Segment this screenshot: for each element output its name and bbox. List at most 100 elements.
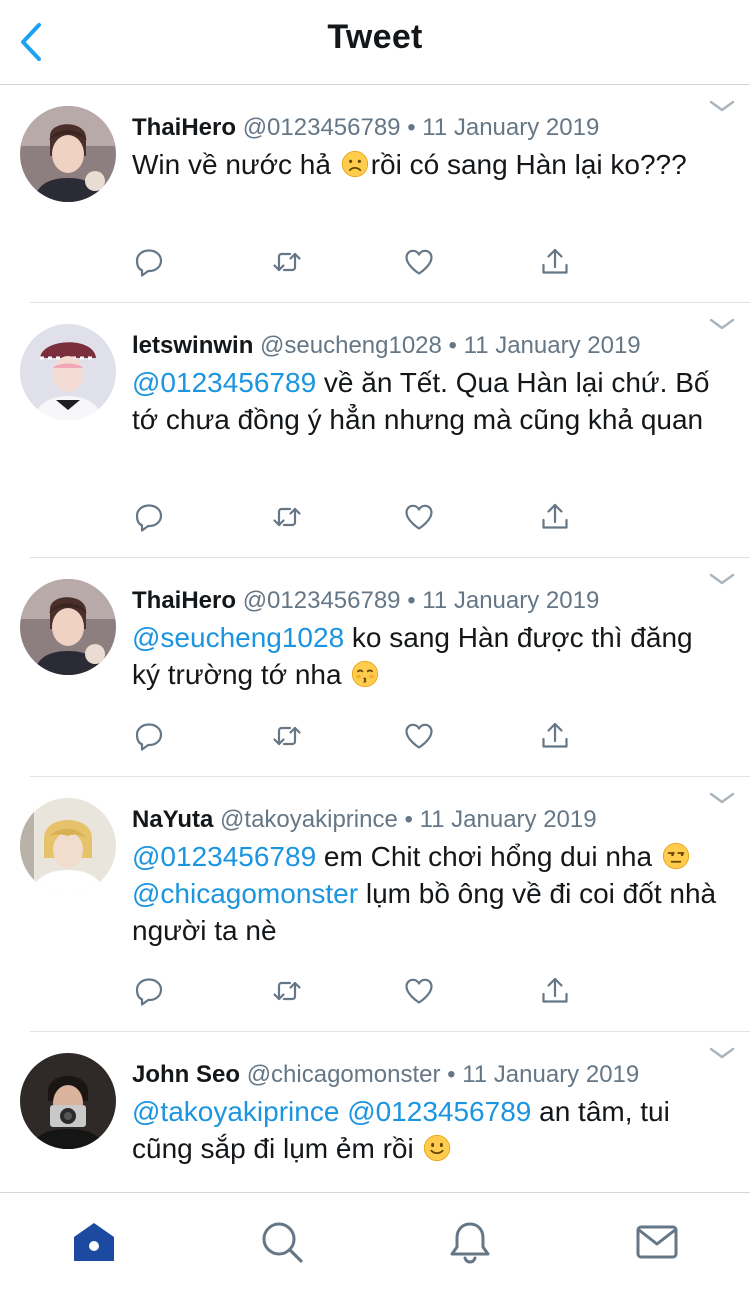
notifications-icon [450,1222,490,1264]
messages-icon [636,1225,678,1259]
avatar[interactable] [20,106,116,202]
retweet-button[interactable] [270,719,304,753]
author-handle[interactable]: @chicagomonster [247,1061,441,1088]
tweet-header: letswinwin @seucheng1028 • 11 January 20… [132,330,720,362]
bottom-tab-bar [0,1192,750,1290]
mention-link[interactable]: @0123456789 [132,367,316,398]
heart-icon [403,975,435,1007]
tab-messages[interactable] [634,1219,680,1265]
reply-button[interactable] [132,245,166,279]
heart-icon [403,720,435,752]
share-button[interactable] [538,974,572,1008]
chevron-down-icon[interactable] [708,317,736,331]
separator: • [447,1061,456,1088]
tweet-date: 11 January 2019 [422,114,600,141]
tweet[interactable]: ThaiHero @0123456789 • 11 January 2019 W… [20,85,750,303]
reply-icon [133,501,165,533]
tweet[interactable]: John Seo @chicagomonster • 11 January 20… [20,1032,750,1192]
page-title: Tweet [327,18,423,56]
like-button[interactable] [402,974,436,1008]
author-handle[interactable]: @0123456789 [243,114,401,141]
slightly-smiling-face-icon [423,1134,451,1162]
like-button[interactable] [402,719,436,753]
action-bar [132,500,592,534]
author-name[interactable]: NaYuta [132,806,213,833]
retweet-button[interactable] [270,500,304,534]
share-icon [539,501,571,533]
frowning-face-icon [341,150,369,178]
tab-notifications[interactable] [447,1219,493,1265]
tweet[interactable]: letswinwin @seucheng1028 • 11 January 20… [20,303,750,558]
tweet-header: John Seo @chicagomonster • 11 January 20… [132,1059,720,1091]
mention-link[interactable]: @0123456789 [347,1096,531,1127]
chevron-down-icon[interactable] [708,1046,736,1060]
separator: • [407,587,416,614]
chevron-down-icon[interactable] [708,99,736,113]
reply-icon [133,975,165,1007]
mention-link[interactable]: @0123456789 [132,841,316,872]
avatar[interactable] [20,1053,116,1149]
reply-button[interactable] [132,974,166,1008]
author-name[interactable]: ThaiHero [132,587,236,614]
tweet-header: ThaiHero @0123456789 • 11 January 2019 [132,585,720,617]
top-bar: Tweet [0,0,750,85]
tweet-date: 11 January 2019 [462,1061,640,1088]
mention-link[interactable]: @seucheng1028 [132,622,344,653]
reply-button[interactable] [132,500,166,534]
reply-icon [133,720,165,752]
retweet-button[interactable] [270,245,304,279]
share-button[interactable] [538,245,572,279]
tweet-text: @seucheng1028 ko sang Hàn được thì đăng … [132,622,693,690]
like-button[interactable] [402,500,436,534]
author-handle[interactable]: @seucheng1028 [260,332,442,359]
action-bar [132,245,592,279]
tweet-text: @0123456789 về ăn Tết. Qua Hàn lại chứ. … [132,367,710,435]
tweet-date: 11 January 2019 [419,806,597,833]
home-icon [74,1223,114,1261]
retweet-icon [271,501,303,533]
retweet-icon [271,720,303,752]
share-icon [539,246,571,278]
tweet-header: ThaiHero @0123456789 • 11 January 2019 [132,112,720,144]
author-handle[interactable]: @0123456789 [243,587,401,614]
tweet-header: NaYuta @takoyakiprince • 11 January 2019 [132,804,720,836]
tweet-text: Win về nước hả rồi có sang Hàn lại ko??? [132,149,687,180]
unamused-face-icon [662,842,690,870]
separator: • [407,114,416,141]
mention-link[interactable]: @takoyakiprince [132,1096,339,1127]
avatar[interactable] [20,324,116,420]
tab-home[interactable] [71,1219,117,1265]
author-name[interactable]: letswinwin [132,332,253,359]
author-handle[interactable]: @takoyakiprince [220,806,398,833]
kissing-face-icon [351,660,379,688]
separator: • [404,806,413,833]
action-bar [132,719,592,753]
author-name[interactable]: John Seo [132,1061,240,1088]
avatar[interactable] [20,798,116,894]
tweet[interactable]: ThaiHero @0123456789 • 11 January 2019 @… [20,558,750,777]
share-icon [539,720,571,752]
mention-link[interactable]: @chicagomonster [132,878,358,909]
share-icon [539,975,571,1007]
chevron-down-icon[interactable] [708,791,736,805]
tab-search[interactable] [259,1219,305,1265]
tweet-date: 11 January 2019 [463,332,641,359]
tweet-date: 11 January 2019 [422,587,600,614]
retweet-button[interactable] [270,974,304,1008]
heart-icon [403,246,435,278]
share-button[interactable] [538,500,572,534]
author-name[interactable]: ThaiHero [132,114,236,141]
reply-icon [133,246,165,278]
search-icon [262,1222,303,1263]
reply-thread: ThaiHero @0123456789 • 11 January 2019 W… [0,85,750,1192]
tweet-text: @takoyakiprince @0123456789 an tâm, tui … [132,1096,670,1164]
reply-button[interactable] [132,719,166,753]
tweet[interactable]: NaYuta @takoyakiprince • 11 January 2019… [20,777,750,1032]
chevron-down-icon[interactable] [708,572,736,586]
heart-icon [403,501,435,533]
share-button[interactable] [538,719,572,753]
avatar[interactable] [20,579,116,675]
action-bar [132,974,592,1008]
like-button[interactable] [402,245,436,279]
retweet-icon [271,246,303,278]
